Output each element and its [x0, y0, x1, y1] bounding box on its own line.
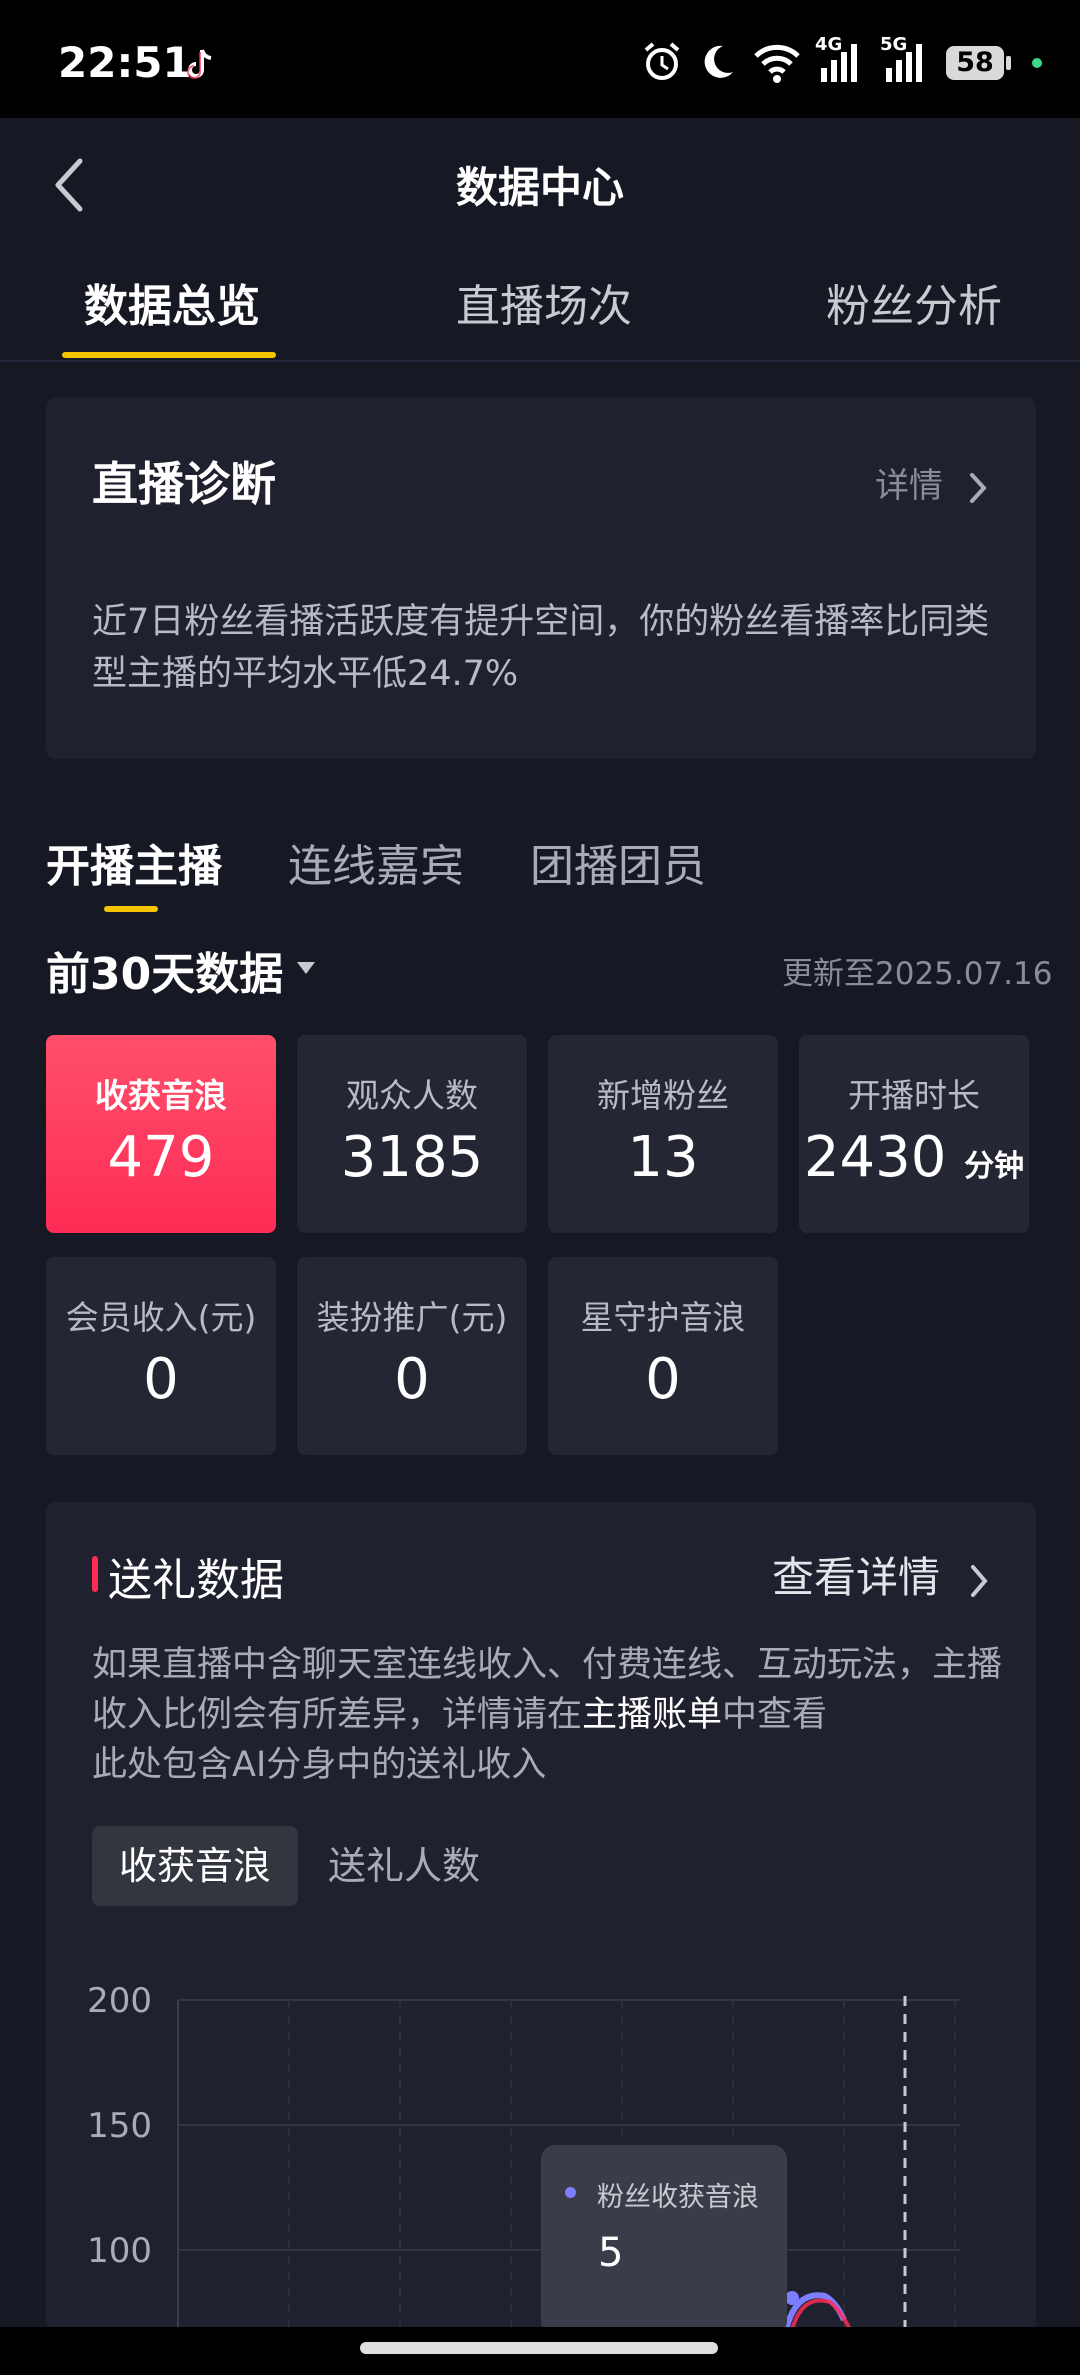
y-tick-label: 150	[87, 2106, 152, 2146]
diagnosis-detail-link[interactable]: 详情	[875, 458, 988, 507]
update-date: 更新至2025.07.16	[782, 956, 1053, 992]
gift-note-text: 如果直播中含聊天室连线收入、付费连线、互动玩法，主播收入比例会有所差异，详情请在	[92, 1645, 1003, 1735]
cellular-signal-4g-icon: 4G	[815, 34, 865, 88]
tab-live-sessions[interactable]: 直播场次	[456, 270, 632, 334]
stat-value: 0	[143, 1347, 179, 1412]
diagnosis-detail-label: 详情	[875, 466, 943, 506]
caret-down-icon[interactable]	[297, 962, 315, 974]
stat-label: 会员收入(元)	[65, 1298, 257, 1337]
subtab-group-member[interactable]: 团播团员	[530, 830, 706, 894]
gift-data-title: 送礼数据	[108, 1555, 284, 1606]
battery-level: 58	[956, 47, 994, 78]
tooltip-legend-dot	[565, 2187, 576, 2198]
stat-value: 0	[394, 1347, 430, 1412]
gift-line-chart[interactable]: 200 150 100	[80, 1960, 1000, 2330]
tooltip-series-label: 粉丝收获音浪	[597, 2182, 759, 2213]
data-point	[785, 2291, 799, 2305]
live-diagnosis-title: 直播诊断	[92, 457, 276, 511]
stat-label: 装扮推广(元)	[316, 1298, 508, 1337]
green-dot-indicator	[1032, 58, 1042, 68]
stat-value: 2430	[803, 1125, 947, 1190]
stat-label: 开播时长	[848, 1076, 980, 1115]
stat-card-decoration-promo[interactable]: 装扮推广(元) 0	[297, 1257, 527, 1455]
stat-card-member-income[interactable]: 会员收入(元) 0	[46, 1257, 276, 1455]
stat-label: 收获音浪	[95, 1076, 227, 1115]
active-tab-indicator	[62, 352, 276, 358]
gift-note-text-2: 中查看	[722, 1695, 828, 1735]
stat-card-income[interactable]: 收获音浪 479	[46, 1035, 276, 1233]
stat-label: 新增粉丝	[597, 1076, 729, 1115]
stat-value: 3185	[340, 1125, 484, 1190]
chart-tooltip	[541, 2145, 787, 2335]
stat-value: 479	[107, 1125, 215, 1190]
section-accent-bar	[92, 1556, 98, 1592]
stat-card-duration[interactable]: 开播时长 2430 分钟	[799, 1035, 1029, 1233]
host-bill-link[interactable]: 主播账单	[582, 1695, 722, 1735]
stat-value: 0	[645, 1347, 681, 1412]
subtab-host[interactable]: 开播主播	[46, 830, 222, 894]
gift-detail-link[interactable]: 查看详情	[772, 1544, 989, 1605]
gift-note: 如果直播中含聊天室连线收入、付费连线、互动玩法，主播收入比例会有所差异，详情请在…	[92, 1640, 1022, 1790]
chevron-right-icon	[971, 1564, 989, 1597]
alarm-icon	[642, 40, 682, 88]
status-time: 22:51	[58, 38, 192, 87]
wifi-icon	[752, 40, 802, 88]
tab-data-overview[interactable]: 数据总览	[84, 270, 260, 334]
stat-label: 观众人数	[346, 1076, 478, 1115]
cellular-signal-5g-icon: 5G	[880, 34, 930, 88]
stat-value: 13	[627, 1125, 699, 1190]
segment-gift-givers[interactable]: 送礼人数	[328, 1826, 480, 1906]
stat-value-wrap: 2430 分钟	[799, 1125, 1029, 1190]
y-tick-label: 100	[87, 2231, 152, 2271]
stat-label: 星守护音浪	[580, 1298, 746, 1337]
segment-income[interactable]: 收获音浪	[92, 1826, 298, 1906]
stat-card-viewers[interactable]: 观众人数 3185	[297, 1035, 527, 1233]
stat-card-star-guard[interactable]: 星守护音浪 0	[548, 1257, 778, 1455]
gift-note-ai: 此处包含AI分身中的送礼收入	[92, 1745, 547, 1785]
y-tick-label: 200	[87, 1981, 152, 2021]
diagnosis-text: 近7日粉丝看播活跃度有提升空间，你的粉丝看播率比同类型主播的平均水平低24.7%	[92, 602, 990, 694]
gift-detail-label: 查看详情	[772, 1553, 941, 1602]
period-selector[interactable]: 前30天数据	[46, 938, 283, 1002]
tab-fan-analysis[interactable]: 粉丝分析	[826, 270, 1002, 334]
subtab-guest[interactable]: 连线嘉宾	[288, 830, 464, 894]
home-indicator[interactable]	[360, 2342, 718, 2354]
stat-card-new-fans[interactable]: 新增粉丝 13	[548, 1035, 778, 1233]
tooltip-value: 5	[598, 2230, 624, 2276]
page-title: 数据中心	[455, 163, 624, 212]
battery-icon: 58	[946, 46, 1012, 80]
active-subtab-indicator	[104, 906, 158, 912]
do-not-disturb-moon-icon	[697, 40, 737, 88]
chevron-right-icon	[969, 472, 987, 503]
stat-unit: 分钟	[964, 1149, 1025, 1184]
tab-divider	[0, 360, 1080, 362]
tiktok-notification-icon	[180, 44, 220, 84]
